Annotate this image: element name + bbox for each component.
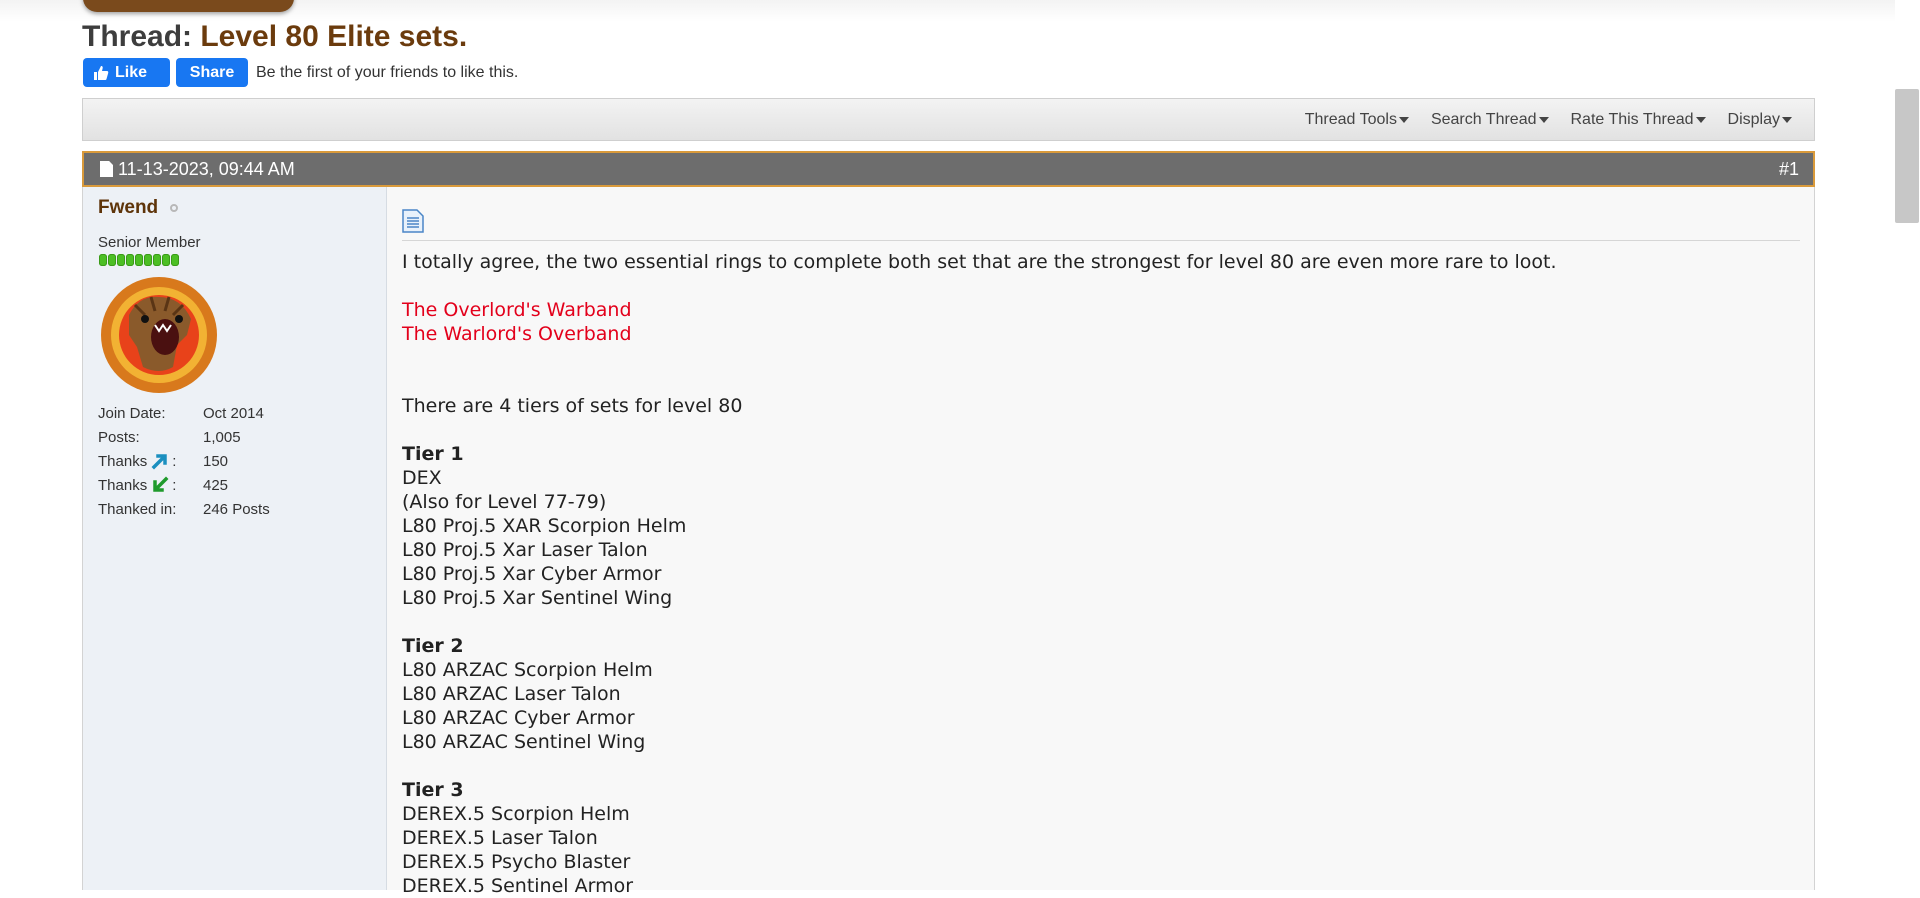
tier-line: DEREX.5 Psycho Blaster <box>402 851 631 873</box>
stat-value: Oct 2014 <box>203 404 264 422</box>
document-icon <box>402 209 424 233</box>
post-content: I totally agree, the two essential rings… <box>387 187 1814 897</box>
tier-line: L80 Proj.5 Xar Sentinel Wing <box>402 587 673 609</box>
stat-suffix: : <box>172 476 177 494</box>
tiers-intro: There are 4 tiers of sets for level 80 <box>402 395 743 417</box>
reputation-pip <box>99 254 107 266</box>
thread-tools-menu[interactable]: Thread Tools <box>1305 111 1409 129</box>
user-avatar[interactable] <box>99 275 220 396</box>
stat-suffix: : <box>172 452 177 470</box>
stat-posts: Posts: 1,005 <box>98 425 270 449</box>
stat-value: 150 <box>203 452 229 470</box>
stat-join-date: Join Date: Oct 2014 <box>98 401 270 425</box>
tier-line: L80 Proj.5 Xar Cyber Armor <box>402 563 662 585</box>
ring-item: The Warlord's Overband <box>402 323 632 345</box>
post-message: I totally agree, the two essential rings… <box>402 250 1557 898</box>
tier-line: L80 Proj.5 Xar Laser Talon <box>402 539 648 561</box>
username-link[interactable]: Fwend <box>98 197 158 219</box>
stat-label: Thanks <box>98 452 148 470</box>
user-info-panel: Fwend Senior Member Join Date: Oct 2014 … <box>83 187 387 890</box>
stat-thanks-given: Thanks : 150 <box>98 449 270 473</box>
tier-line: L80 Proj.5 XAR Scorpion Helm <box>402 515 687 537</box>
stat-label: Thanked in: <box>98 500 177 518</box>
post-icon <box>100 161 113 177</box>
reputation-pip <box>108 254 116 266</box>
rate-thread-label: Rate This Thread <box>1570 110 1694 128</box>
tier-line: (Also for Level 77-79) <box>402 491 607 513</box>
thanks-given-arrow-icon <box>151 454 167 470</box>
post-header: 11-13-2023, 09:44 AM #1 <box>82 151 1815 187</box>
stat-value: 425 <box>203 476 229 494</box>
tier-line: DEREX.5 Sentinel Armor <box>402 875 634 897</box>
thread-title-name[interactable]: Level 80 Elite sets. <box>200 20 467 53</box>
search-thread-menu[interactable]: Search Thread <box>1431 111 1549 129</box>
message-intro: I totally agree, the two essential rings… <box>402 251 1557 273</box>
stat-label: Thanks <box>98 476 148 494</box>
thread-title: Thread: Level 80 Elite sets. <box>82 20 467 54</box>
stat-thanked-in: Thanked in: 246 Posts <box>98 497 270 521</box>
tier-heading: Tier 2 <box>402 635 464 657</box>
tier-line: L80 ARZAC Scorpion Helm <box>402 659 653 681</box>
ring-item: The Overlord's Warband <box>402 299 632 321</box>
tier-heading: Tier 3 <box>402 779 464 801</box>
reputation-pip <box>135 254 143 266</box>
stat-label-wrap: Thanks : <box>98 476 203 494</box>
tier-line: L80 ARZAC Cyber Armor <box>402 707 635 729</box>
thumbs-up-icon <box>94 65 109 80</box>
reputation-pip <box>144 254 152 266</box>
tier-line: L80 ARZAC Laser Talon <box>402 683 621 705</box>
facebook-like-label: Like <box>115 63 148 81</box>
facebook-share-button[interactable]: Share <box>176 58 248 87</box>
user-title: Senior Member <box>98 234 201 251</box>
stat-label-wrap: Thanks : <box>98 452 203 470</box>
user-stats: Join Date: Oct 2014 Posts: 1,005 Thanks … <box>98 401 270 521</box>
stat-label: Posts: <box>98 428 140 446</box>
display-menu[interactable]: Display <box>1728 111 1792 129</box>
scrollbar-thumb[interactable] <box>1895 89 1919 223</box>
reputation-pip <box>171 254 179 266</box>
rate-thread-menu[interactable]: Rate This Thread <box>1571 111 1706 129</box>
tier-line: L80 ARZAC Sentinel Wing <box>402 731 646 753</box>
stat-value: 1,005 <box>203 428 241 446</box>
reputation-pip <box>126 254 134 266</box>
thread-tools-label: Thread Tools <box>1304 110 1397 128</box>
reputation-bar <box>99 254 180 266</box>
stat-value: 246 Posts <box>203 500 270 518</box>
facebook-share-label: Share <box>189 63 235 81</box>
display-label: Display <box>1727 110 1780 128</box>
content-divider <box>402 240 1800 241</box>
stat-label: Join Date: <box>98 404 166 422</box>
post-date-text: 11-13-2023, 09:44 AM <box>118 158 295 179</box>
post-number-link[interactable]: #1 <box>1779 159 1799 180</box>
reputation-pip <box>162 254 170 266</box>
facebook-social-text: Be the first of your friends to like thi… <box>256 63 519 81</box>
top-header-tab[interactable] <box>83 0 294 12</box>
search-thread-label: Search Thread <box>1430 110 1537 128</box>
tier-heading: Tier 1 <box>402 443 464 465</box>
caret-down-icon <box>1695 116 1706 123</box>
tier-line: DEREX.5 Scorpion Helm <box>402 803 630 825</box>
reputation-pip <box>153 254 161 266</box>
thread-toolbar: Thread Tools Search Thread Rate This Thr… <box>82 98 1815 141</box>
post-body: Fwend Senior Member Join Date: Oct 2014 … <box>82 187 1815 897</box>
caret-down-icon <box>1538 116 1549 123</box>
caret-down-icon <box>1398 116 1409 123</box>
facebook-like-button[interactable]: Like <box>83 58 170 87</box>
thread-title-prefix: Thread: <box>82 20 193 53</box>
offline-status-icon <box>170 204 178 212</box>
tier-line: DEREX.5 Laser Talon <box>402 827 598 849</box>
stat-thanks-received: Thanks : 425 <box>98 473 270 497</box>
caret-down-icon <box>1782 116 1792 123</box>
reputation-pip <box>117 254 125 266</box>
facebook-social-row: Like Share Be the first of your friends … <box>83 58 518 87</box>
tier-line: DEX <box>402 467 442 489</box>
post-date: 11-13-2023, 09:44 AM <box>100 159 295 180</box>
thanks-received-arrow-icon <box>153 476 169 492</box>
